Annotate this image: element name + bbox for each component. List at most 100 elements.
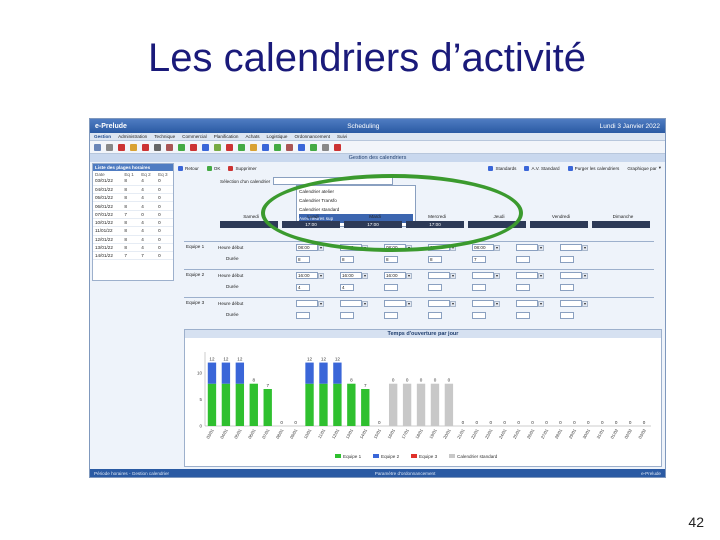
chevron-down-icon[interactable]: ▾ [406,273,412,279]
status-left[interactable]: Période horaires - Gestion calendrier [94,471,169,476]
duration-field[interactable] [428,284,442,291]
table-row[interactable]: 11/01/22 8 4 0 [93,226,173,236]
menu-suivi[interactable]: Suivi [337,134,347,139]
chart-by-select[interactable]: Graphique par ▾ [627,165,661,171]
user-icon[interactable] [262,143,269,151]
dropdown-option[interactable]: Calendrier Transfo [299,196,413,205]
chevron-down-icon[interactable]: ▾ [318,301,324,307]
start-time-field[interactable]: 08:00 ▾ [384,244,412,251]
chevron-down-icon[interactable]: ▾ [582,273,588,279]
duration-field[interactable] [560,312,574,319]
duration-field[interactable] [340,312,354,319]
sync-icon[interactable] [274,143,281,151]
chevron-down-icon[interactable]: ▾ [450,273,456,279]
status-mid[interactable]: Paramètre d'ordonnancement [375,471,436,476]
red-icon[interactable] [190,143,197,151]
stop-icon[interactable] [142,143,149,151]
calc-icon[interactable] [214,143,221,151]
table-row[interactable]: 12/01/22 8 4 0 [93,235,173,244]
purge-button[interactable]: Purger les calendriers [567,165,619,171]
table-row[interactable]: 13/01/22 8 4 0 [93,243,173,253]
chevron-down-icon[interactable]: ▾ [582,245,588,251]
menu-achats[interactable]: Achats [245,134,259,139]
menu-administration[interactable]: Administration [118,134,147,139]
tree-icon[interactable] [238,143,245,151]
star-icon[interactable] [250,143,257,151]
start-time-field[interactable]: ▾ [472,272,500,279]
chevron-down-icon[interactable]: ▾ [494,273,500,279]
table-row[interactable]: 07/01/22 7 0 0 [93,210,173,220]
duration-field[interactable] [384,284,398,291]
menu-ordonnancement[interactable]: Ordonnancement [294,134,330,139]
chevron-down-icon[interactable]: ▾ [450,245,456,251]
dropdown-option[interactable]: Calendrier standard [299,205,413,214]
print-icon[interactable] [154,143,161,151]
start-time-field[interactable]: 07:00 ▾ [428,244,456,251]
duration-field[interactable]: 8 [296,256,310,263]
calendar-select[interactable] [273,177,394,185]
start-time-field[interactable]: 16:00 ▾ [384,272,412,279]
delete-button[interactable]: Supprimer [228,165,257,171]
chevron-down-icon[interactable]: ▾ [362,301,368,307]
duration-field[interactable]: 8 [428,256,442,263]
dropdown-option[interactable]: Calendrier atelier [299,187,413,196]
calendar-icon[interactable] [322,143,329,151]
menu-technique[interactable]: Technique [154,134,175,139]
table-row[interactable]: 03/01/22 8 4 0 [93,177,173,186]
chevron-down-icon[interactable]: ▾ [450,301,456,307]
duration-field[interactable]: 7 [472,256,486,263]
grid-icon[interactable] [202,143,209,151]
start-time-field[interactable]: ▾ [516,244,544,251]
start-time-field[interactable]: ▾ [560,300,588,307]
duration-field[interactable] [472,312,486,319]
duration-field[interactable] [516,312,530,319]
record-icon[interactable] [118,143,125,151]
start-time-field[interactable]: ▾ [384,300,412,307]
duration-field[interactable]: 4 [296,284,310,291]
tools-icon[interactable] [166,143,173,151]
duration-field[interactable]: 8 [340,256,354,263]
standards-button[interactable]: Standards [488,165,516,171]
start-time-field[interactable]: 16:00 ▾ [340,272,368,279]
chevron-down-icon[interactable]: ▾ [406,301,412,307]
start-time-field[interactable]: 08:00 ▾ [296,244,324,251]
menu-planification[interactable]: Planification [214,134,239,139]
duration-field[interactable] [428,312,442,319]
start-time-field[interactable]: 16:00 ▾ [296,272,324,279]
duration-field[interactable] [560,284,574,291]
start-time-field[interactable]: ▾ [560,244,588,251]
table-row[interactable]: 06/01/22 8 4 0 [93,201,173,211]
chevron-down-icon[interactable]: ▾ [494,245,500,251]
duration-field[interactable] [516,256,530,263]
start-time-field[interactable]: ▾ [428,300,456,307]
start-time-field[interactable]: ▾ [340,300,368,307]
chevron-down-icon[interactable]: ▾ [362,245,368,251]
chevron-down-icon[interactable]: ▾ [538,273,544,279]
menu-logistique[interactable]: Logistique [267,134,288,139]
report-icon[interactable] [226,143,233,151]
alert-icon[interactable] [334,143,341,151]
chevron-down-icon[interactable]: ▾ [362,273,368,279]
back-button[interactable]: Retour [178,165,199,171]
chevron-down-icon[interactable]: ▾ [318,273,324,279]
duration-field[interactable]: 4 [340,284,354,291]
grid3-icon[interactable] [310,143,317,151]
start-time-field[interactable]: ▾ [516,272,544,279]
grid2-icon[interactable] [298,143,305,151]
av-standard-button[interactable]: A.V. Standard [524,165,560,171]
table-row[interactable]: 14/01/22 7 7 0 [93,251,173,261]
folder-icon[interactable] [130,143,137,151]
duration-field[interactable]: 8 [384,256,398,263]
chevron-down-icon[interactable]: ▾ [538,301,544,307]
ok-button[interactable]: OK [206,165,220,171]
back-icon[interactable] [106,143,113,151]
duration-field[interactable] [560,256,574,263]
link-icon[interactable] [286,143,293,151]
table-row[interactable]: 10/01/22 8 4 0 [93,218,173,228]
chevron-down-icon[interactable]: ▾ [406,245,412,251]
duration-field[interactable] [472,284,486,291]
table-row[interactable]: 04/01/22 8 4 0 [93,185,173,195]
start-time-field[interactable]: 08:00 ▾ [472,244,500,251]
start-time-field[interactable]: ▾ [472,300,500,307]
duration-field[interactable] [516,284,530,291]
